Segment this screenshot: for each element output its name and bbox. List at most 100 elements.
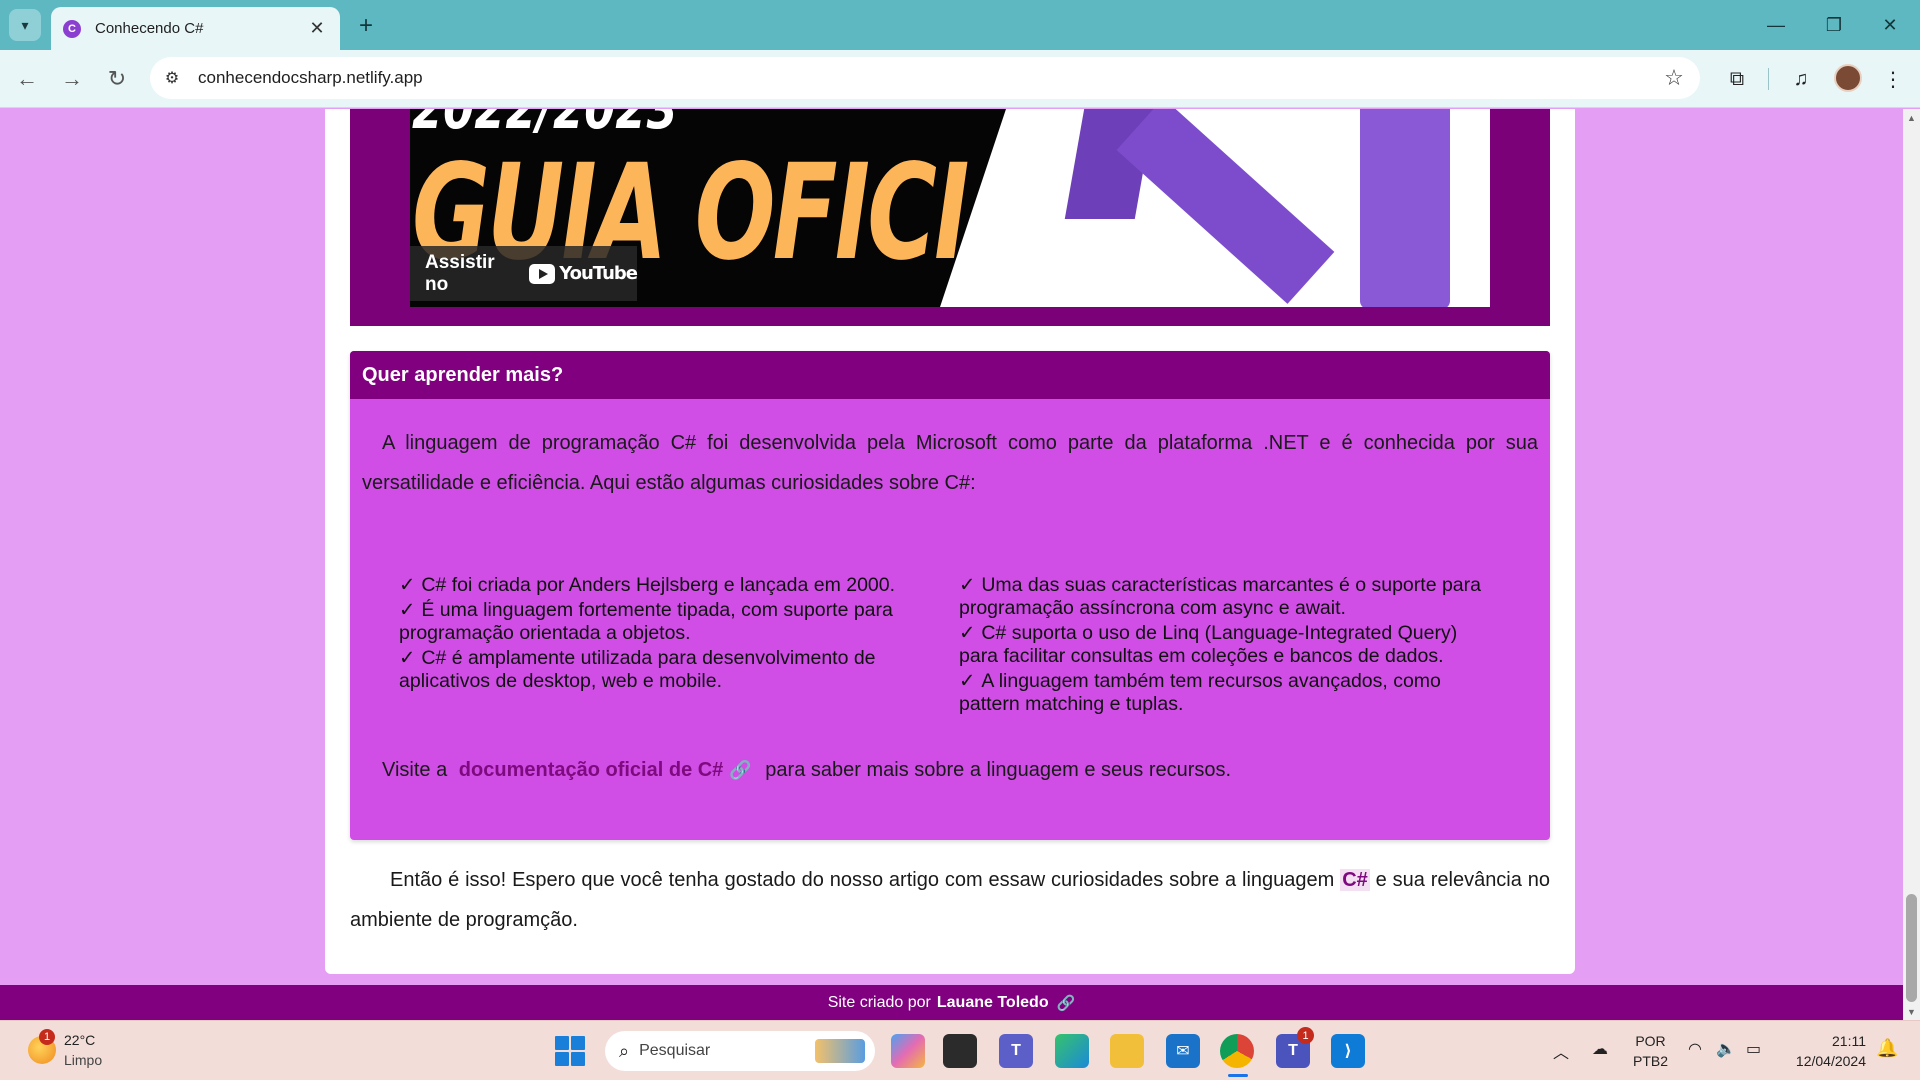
media-control-icon: ♫: [1793, 67, 1809, 90]
extensions-button[interactable]: ⧉: [1722, 64, 1752, 94]
onedrive-icon[interactable]: ☁: [1592, 1039, 1608, 1059]
chevron-up-icon[interactable]: ︿: [1553, 1039, 1569, 1063]
media-control-button[interactable]: ♫: [1786, 64, 1816, 94]
star-icon: ☆: [1664, 65, 1684, 90]
list-item: ✓ C# é amplamente utilizada para desenvol…: [399, 647, 919, 693]
watch-on-youtube-button[interactable]: Assistir no YouTube: [410, 246, 638, 301]
weather-condition[interactable]: Limpo: [64, 1052, 102, 1068]
edge-icon[interactable]: [1055, 1034, 1089, 1068]
tab-close-button[interactable]: ✕: [306, 18, 328, 39]
scrollbar-thumb[interactable]: [1906, 894, 1917, 1002]
address-bar-row: ← → ↻ ⚙ conhecendocsharp.netlify.app ☆ ⧉…: [0, 50, 1920, 108]
windows-logo-icon: [571, 1052, 585, 1066]
keyboard-layout: PTB2: [1633, 1053, 1669, 1069]
forward-button[interactable]: →: [57, 64, 87, 94]
arrow-right-icon: →: [61, 66, 83, 91]
url-text[interactable]: conhecendocsharp.netlify.app: [198, 68, 1656, 88]
minimize-button[interactable]: —: [1756, 10, 1796, 40]
wifi-icon[interactable]: ◠: [1688, 1039, 1702, 1059]
back-button[interactable]: ←: [12, 64, 42, 94]
scroll-up-arrow-icon[interactable]: ▲: [1903, 109, 1920, 126]
page-scrollbar[interactable]: ▲ ▼: [1903, 109, 1920, 1020]
profile-avatar[interactable]: [1834, 64, 1862, 92]
page-viewport: 2022/2023 GUIA OFICIAL Assistir no YouTu…: [0, 109, 1920, 1020]
mail-icon[interactable]: ✉: [1166, 1034, 1200, 1068]
arrow-left-icon: ←: [16, 66, 38, 91]
list-item-text: É uma linguagem fortemente tipada, com s…: [399, 599, 893, 644]
list-item: ✓ É uma linguagem fortemente tipada, com …: [399, 599, 919, 645]
active-app-indicator: [1228, 1074, 1248, 1077]
chrome-icon[interactable]: [1220, 1034, 1254, 1068]
system-clock[interactable]: 21:11 12/04/2024: [1784, 1031, 1866, 1071]
omnibox[interactable]: ⚙ conhecendocsharp.netlify.app ☆: [150, 57, 1700, 99]
chevron-down-icon: ▾: [21, 16, 29, 33]
curiosities-list-left: ✓ C# foi criada por Anders Hejlsberg e la…: [399, 574, 919, 695]
new-tab-button[interactable]: +: [352, 12, 380, 40]
clock-date: 12/04/2024: [1795, 1053, 1866, 1069]
clock-time: 21:11: [1832, 1033, 1866, 1049]
weather-temperature[interactable]: 22°C: [64, 1032, 95, 1048]
close-window-button[interactable]: ✕: [1870, 10, 1910, 40]
watch-label: Assistir no: [425, 251, 495, 295]
start-button[interactable]: [555, 1036, 585, 1066]
closing-paragraph: Então é isso! Espero que você tenha gost…: [350, 860, 1550, 940]
tune-icon: ⚙: [164, 70, 180, 87]
check-icon: ✓: [399, 599, 416, 621]
tab-title: Conhecendo C#: [95, 20, 204, 37]
footer-prefix: Site criado por: [827, 993, 931, 1011]
logo-shape: [1360, 109, 1450, 307]
link-icon: 🔗: [1056, 994, 1076, 1012]
reload-button[interactable]: ↻: [102, 64, 132, 94]
csharp-highlight: C#: [1340, 869, 1370, 891]
vscode-icon[interactable]: ⟩: [1331, 1034, 1365, 1068]
site-info-button[interactable]: ⚙: [156, 62, 188, 94]
toolbar-divider: [1768, 68, 1769, 90]
volume-muted-icon[interactable]: 🔈: [1716, 1039, 1736, 1059]
list-item-text: A linguagem também tem recursos avançado…: [959, 670, 1441, 715]
check-icon: ✓: [959, 622, 976, 644]
visit-suffix: para saber mais sobre a linguagem e seus…: [765, 759, 1232, 781]
close-icon: ✕: [1882, 14, 1898, 35]
windows-logo-icon: [555, 1052, 569, 1066]
file-explorer-icon[interactable]: [1110, 1034, 1144, 1068]
author-link[interactable]: Lauane Toledo: [937, 994, 1049, 1012]
list-item: ✓ Uma das suas características marcantes …: [959, 574, 1499, 620]
browser-menu-button[interactable]: ⋮: [1878, 64, 1908, 94]
battery-icon[interactable]: ▭: [1746, 1039, 1761, 1059]
list-item-text: Uma das suas características marcantes é…: [959, 574, 1481, 619]
notification-bell-icon[interactable]: 🔔: [1876, 1038, 1898, 1059]
reload-icon: ↻: [107, 66, 127, 91]
check-icon: ✓: [959, 670, 976, 692]
scroll-down-arrow-icon[interactable]: ▼: [1903, 1003, 1920, 1020]
learn-more-title: Quer aprender mais?: [350, 351, 1550, 399]
official-docs-link[interactable]: documentação oficial de C#: [459, 759, 724, 781]
search-highlight-image: [815, 1039, 865, 1063]
tab-search-button[interactable]: ▾: [9, 9, 41, 41]
browser-tab-bar: ▾ C Conhecendo C# ✕ + — ❐ ✕: [0, 0, 1920, 50]
language-indicator[interactable]: POR PTB2: [1633, 1031, 1668, 1071]
csharp-favicon-icon: C: [63, 19, 81, 38]
minimize-icon: —: [1767, 14, 1785, 35]
list-item: ✓ C# suporta o uso de Linq (Language-Inte…: [959, 622, 1499, 668]
list-item-text: C# é amplamente utilizada para desenvolv…: [399, 647, 876, 692]
check-icon: ✓: [959, 574, 976, 596]
visual-studio-logo: [940, 109, 1490, 307]
task-view-icon[interactable]: [943, 1034, 977, 1068]
teams-icon[interactable]: T: [999, 1034, 1033, 1068]
browser-tab[interactable]: C Conhecendo C# ✕: [51, 7, 340, 50]
bookmark-button[interactable]: ☆: [1656, 65, 1692, 91]
visit-prefix: Visite a: [382, 759, 448, 781]
visit-docs-line: Visite a documentação oficial de C# 🔗 par…: [382, 759, 1231, 782]
language-code: POR: [1635, 1033, 1666, 1049]
restore-button[interactable]: ❐: [1814, 10, 1854, 40]
taskbar-search[interactable]: ⌕ Pesquisar: [605, 1031, 875, 1071]
plus-icon: +: [358, 12, 373, 39]
list-item: ✓ A linguagem também tem recursos avançad…: [959, 670, 1499, 716]
copilot-icon[interactable]: [891, 1034, 925, 1068]
list-item-text: C# suporta o uso de Linq (Language-Integ…: [959, 622, 1458, 667]
site-footer: Site criado por Lauane Toledo 🔗: [0, 985, 1903, 1020]
video-embed[interactable]: 2022/2023 GUIA OFICIAL Assistir no YouTu…: [350, 109, 1550, 326]
check-icon: ✓: [399, 647, 416, 669]
youtube-play-icon: [529, 263, 556, 284]
search-icon: ⌕: [619, 1040, 630, 1061]
